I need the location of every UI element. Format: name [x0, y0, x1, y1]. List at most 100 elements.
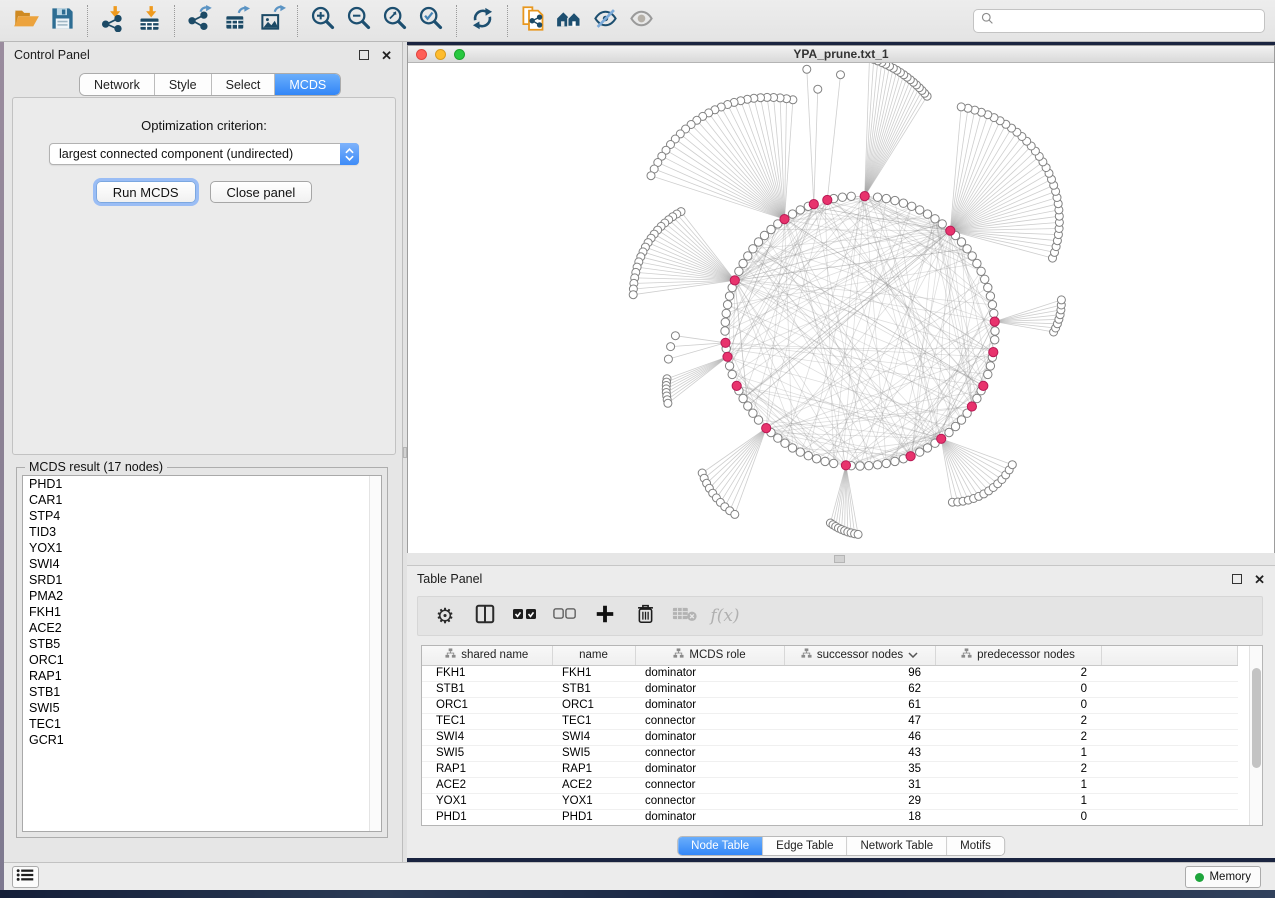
- split-handle[interactable]: [834, 555, 845, 563]
- tab-network-table[interactable]: Network Table: [848, 837, 948, 855]
- column-header-shared-name[interactable]: shared name: [422, 646, 552, 665]
- tab-mcds[interactable]: MCDS: [275, 74, 340, 95]
- open-file-button[interactable]: [8, 4, 44, 38]
- tab-node-table[interactable]: Node Table: [678, 837, 763, 855]
- delete-column-button[interactable]: [630, 601, 660, 631]
- result-item[interactable]: YOX1: [23, 540, 381, 556]
- node-table[interactable]: shared namenameMCDS rolesuccessor nodesp…: [421, 645, 1263, 826]
- result-item[interactable]: PMA2: [23, 588, 381, 604]
- table-scrollbar[interactable]: [1249, 646, 1262, 825]
- settings-gear-button[interactable]: ⚙: [430, 601, 460, 631]
- zoom-out-button[interactable]: [341, 4, 377, 38]
- result-item[interactable]: PHD1: [23, 476, 381, 492]
- result-item[interactable]: ORC1: [23, 652, 381, 668]
- add-column-button[interactable]: [590, 601, 620, 631]
- result-item[interactable]: TID3: [23, 524, 381, 540]
- select-all-button[interactable]: [510, 601, 540, 631]
- table-header-row: shared namenameMCDS rolesuccessor nodesp…: [422, 646, 1238, 665]
- unselect-all-button[interactable]: [550, 601, 580, 631]
- float-panel-icon[interactable]: [1232, 574, 1242, 584]
- table-row[interactable]: ACE2ACE2connector311: [422, 777, 1238, 793]
- table-row[interactable]: YOX1YOX1connector291: [422, 793, 1238, 809]
- result-item[interactable]: CAR1: [23, 492, 381, 508]
- function-builder-button[interactable]: f(x): [710, 601, 740, 631]
- attribute-icon: [445, 648, 456, 662]
- mcds-node: [990, 317, 999, 326]
- network-from-file-button[interactable]: [515, 4, 551, 38]
- zoom-in-button[interactable]: [305, 4, 341, 38]
- table-row[interactable]: RAP1RAP1dominator352: [422, 761, 1238, 777]
- result-item[interactable]: STB5: [23, 636, 381, 652]
- float-panel-icon[interactable]: [359, 50, 369, 60]
- network-table-split-divider[interactable]: [407, 553, 1275, 565]
- result-item[interactable]: STP4: [23, 508, 381, 524]
- tab-network[interactable]: Network: [80, 74, 155, 95]
- maximize-window-icon[interactable]: [454, 49, 465, 60]
- mcds-result-list[interactable]: PHD1CAR1STP4TID3YOX1SWI4SRD1PMA2FKH1ACE2…: [22, 475, 382, 832]
- save-session-button[interactable]: [44, 4, 80, 38]
- network-canvas[interactable]: [408, 63, 1274, 553]
- export-table-button[interactable]: [218, 4, 254, 38]
- close-panel-button[interactable]: Close panel: [210, 181, 313, 203]
- memory-button[interactable]: Memory: [1185, 866, 1261, 888]
- tab-motifs[interactable]: Motifs: [947, 837, 1004, 855]
- column-header-name[interactable]: name: [552, 646, 635, 665]
- minimize-window-icon[interactable]: [435, 49, 446, 60]
- tab-select[interactable]: Select: [212, 74, 276, 95]
- hide-view-button[interactable]: [587, 4, 623, 38]
- search-input[interactable]: [999, 14, 1264, 28]
- close-panel-icon[interactable]: ✕: [381, 49, 392, 62]
- export-network-button[interactable]: [182, 4, 218, 38]
- delete-table-button[interactable]: [670, 601, 700, 631]
- refresh-button[interactable]: [464, 4, 500, 38]
- network-window-titlebar[interactable]: YPA_prune.txt_1: [408, 46, 1274, 63]
- result-item[interactable]: STB1: [23, 684, 381, 700]
- mcds-node: [823, 195, 832, 204]
- export-table-icon: [223, 5, 250, 37]
- result-item[interactable]: SWI4: [23, 556, 381, 572]
- run-mcds-button[interactable]: Run MCDS: [96, 181, 196, 203]
- toolbar-separator: [87, 5, 88, 37]
- column-header-successor-nodes[interactable]: successor nodes: [784, 646, 935, 665]
- zoom-selected-button[interactable]: [413, 4, 449, 38]
- attribute-icon: [673, 648, 684, 662]
- scrollbar-thumb[interactable]: [1252, 668, 1261, 768]
- close-panel-icon[interactable]: ✕: [1254, 573, 1265, 586]
- result-item[interactable]: RAP1: [23, 668, 381, 684]
- optimization-criterion-dropdown[interactable]: largest connected component (undirected): [49, 143, 359, 165]
- result-item[interactable]: SWI5: [23, 700, 381, 716]
- column-header-predecessor-nodes[interactable]: predecessor nodes: [935, 646, 1101, 665]
- tab-edge-table[interactable]: Edge Table: [763, 837, 847, 855]
- result-item[interactable]: GCR1: [23, 732, 381, 748]
- export-image-button[interactable]: [254, 4, 290, 38]
- desktop-wallpaper-edge: [0, 890, 1275, 898]
- result-item[interactable]: FKH1: [23, 604, 381, 620]
- tab-style[interactable]: Style: [155, 74, 212, 95]
- table-row[interactable]: SWI5SWI5connector431: [422, 745, 1238, 761]
- result-item[interactable]: TEC1: [23, 716, 381, 732]
- main-toolbar: [0, 0, 1275, 42]
- export-network-icon: [187, 5, 214, 37]
- table-row[interactable]: ORC1ORC1dominator610: [422, 697, 1238, 713]
- home-networks-button[interactable]: [551, 4, 587, 38]
- mcds-node: [979, 381, 988, 390]
- show-view-button[interactable]: [623, 4, 659, 38]
- search-field[interactable]: [973, 9, 1265, 33]
- import-table-button[interactable]: [131, 4, 167, 38]
- table-row[interactable]: SWI4SWI4dominator462: [422, 729, 1238, 745]
- table-row[interactable]: PHD1PHD1dominator180: [422, 809, 1238, 825]
- table-row[interactable]: FKH1FKH1dominator962: [422, 665, 1238, 681]
- import-network-button[interactable]: [95, 4, 131, 38]
- plus-icon: [594, 603, 616, 630]
- column-header-mcds-role[interactable]: MCDS role: [635, 646, 784, 665]
- table-row[interactable]: STB1STB1dominator620: [422, 681, 1238, 697]
- result-item[interactable]: SRD1: [23, 572, 381, 588]
- gear-icon: ⚙: [436, 606, 455, 627]
- zoom-fit-button[interactable]: [377, 4, 413, 38]
- task-history-button[interactable]: [12, 866, 39, 888]
- result-item[interactable]: ACE2: [23, 620, 381, 636]
- table-row[interactable]: TEC1TEC1connector472: [422, 713, 1238, 729]
- result-list-scrollbar[interactable]: [369, 476, 381, 831]
- close-window-icon[interactable]: [416, 49, 427, 60]
- show-columns-button[interactable]: [470, 601, 500, 631]
